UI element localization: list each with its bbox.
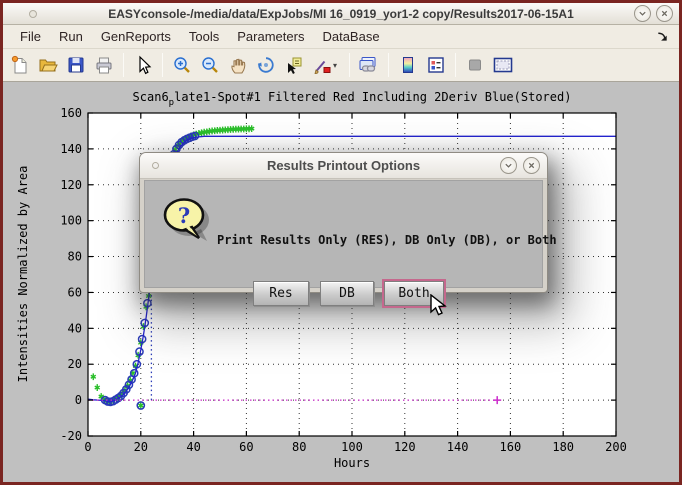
y-tick-label: 40: [68, 321, 82, 335]
brush-icon[interactable]: [309, 52, 335, 78]
y-tick-label: -20: [60, 429, 82, 443]
toolbar-separator: [388, 53, 389, 77]
dialog-titlebar[interactable]: Results Printout Options: [140, 153, 547, 179]
link-plots-icon[interactable]: [356, 52, 382, 78]
save-icon[interactable]: [63, 52, 89, 78]
window-titlebar[interactable]: EASYconsole-/media/data/ExpJobs/MI 16_09…: [3, 3, 679, 25]
x-tick-label: 20: [134, 440, 148, 454]
svg-text:?: ?: [178, 203, 190, 228]
both-button[interactable]: Both: [384, 281, 444, 306]
y-tick-label: 80: [68, 250, 82, 264]
menu-item-parameters[interactable]: Parameters: [228, 26, 313, 47]
menu-item-tools[interactable]: Tools: [180, 26, 228, 47]
x-tick-label: 60: [239, 440, 253, 454]
figure-toolbar: ▾: [3, 49, 679, 82]
menu-bar: FileRunGenReportsToolsParametersDataBase: [3, 25, 679, 49]
show-plot-tools-icon[interactable]: [490, 52, 516, 78]
res-button[interactable]: Res: [253, 281, 309, 306]
y-tick-label: 140: [60, 142, 82, 156]
x-tick-label: 100: [341, 440, 363, 454]
menu-item-genreports[interactable]: GenReports: [92, 26, 180, 47]
open-folder-icon[interactable]: [35, 52, 61, 78]
y-tick-label: 160: [60, 106, 82, 120]
results-printout-dialog: Results Printout Options ?: [139, 152, 548, 293]
insert-colorbar-icon[interactable]: [395, 52, 421, 78]
dialog-title: Results Printout Options: [140, 158, 547, 173]
y-tick-label: 0: [75, 393, 82, 407]
insert-legend-icon[interactable]: [423, 52, 449, 78]
dialog-body: ? Print Results Only (RES), DB Only (DB)…: [144, 180, 543, 288]
hide-plot-tools-icon[interactable]: [462, 52, 488, 78]
menu-item-database[interactable]: DataBase: [313, 26, 388, 47]
toolbar-separator: [123, 53, 124, 77]
print-icon[interactable]: [91, 52, 117, 78]
dialog-menu-icon[interactable]: [152, 162, 159, 169]
x-tick-label: 0: [84, 440, 91, 454]
y-tick-label: 20: [68, 357, 82, 371]
toolbar-separator: [455, 53, 456, 77]
x-tick-label: 80: [292, 440, 306, 454]
chevron-down-icon: [504, 161, 513, 170]
close-icon: [660, 9, 669, 18]
zoom-out-icon[interactable]: [197, 52, 223, 78]
x-tick-label: 120: [394, 440, 416, 454]
brush-dropdown-icon[interactable]: ▾: [333, 61, 343, 70]
pointer-icon[interactable]: [130, 52, 156, 78]
close-button[interactable]: [656, 5, 673, 22]
window-title: EASYconsole-/media/data/ExpJobs/MI 16_09…: [3, 7, 679, 21]
dialog-message: Print Results Only (RES), DB Only (DB), …: [217, 233, 534, 247]
new-file-icon[interactable]: [7, 52, 33, 78]
window-menu-icon[interactable]: [29, 10, 37, 18]
db-button[interactable]: DB: [320, 281, 374, 306]
menu-item-run[interactable]: Run: [50, 26, 92, 47]
y-tick-label: 100: [60, 214, 82, 228]
x-tick-label: 40: [186, 440, 200, 454]
x-tick-label: 140: [447, 440, 469, 454]
close-icon: [527, 161, 536, 170]
toolbar-separator: [162, 53, 163, 77]
menu-item-file[interactable]: File: [11, 26, 50, 47]
toolbar-separator: [349, 53, 350, 77]
dialog-shade-button[interactable]: [500, 157, 517, 174]
y-tick-label: 60: [68, 285, 82, 299]
y-axis-label: Intensities Normalized by Area: [16, 156, 30, 392]
x-tick-label: 160: [500, 440, 522, 454]
zoom-in-icon[interactable]: [169, 52, 195, 78]
data-cursor-icon[interactable]: [281, 52, 307, 78]
dialog-close-button[interactable]: [523, 157, 540, 174]
y-tick-label: 120: [60, 178, 82, 192]
shade-button[interactable]: [634, 5, 651, 22]
x-tick-label: 200: [605, 440, 627, 454]
x-axis-label: Hours: [88, 456, 616, 470]
menu-overflow-arrow-icon[interactable]: [656, 30, 669, 48]
chart-title: Scan6plate1-Spot#1 Filtered Red Includin…: [88, 90, 616, 108]
x-tick-label: 180: [552, 440, 574, 454]
chevron-down-icon: [638, 9, 647, 18]
pan-hand-icon[interactable]: [225, 52, 251, 78]
question-bubble-icon: ?: [159, 193, 211, 250]
rotate-3d-icon[interactable]: [253, 52, 279, 78]
easyconsole-window: EASYconsole-/media/data/ExpJobs/MI 16_09…: [0, 0, 682, 485]
